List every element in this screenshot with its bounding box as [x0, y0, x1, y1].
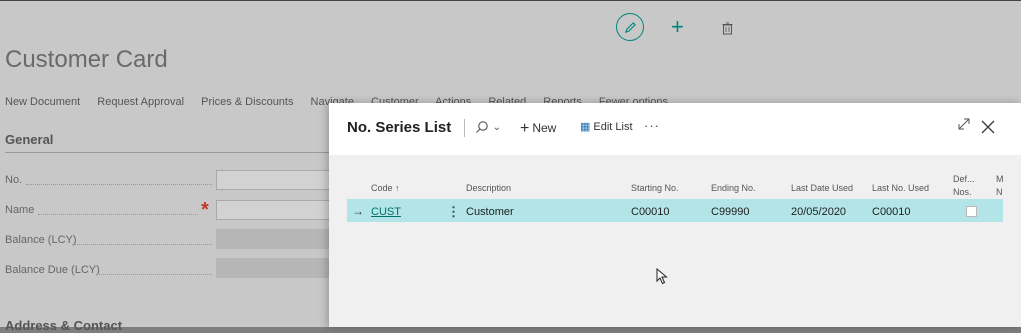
edit-list-button[interactable]: ▦ Edit List	[580, 120, 633, 133]
cell-description: Customer	[466, 206, 514, 218]
column-header-starting-no[interactable]: Starting No.	[631, 183, 679, 193]
delete-button[interactable]	[722, 19, 733, 39]
no-field[interactable]	[216, 170, 336, 190]
cell-last-date-used: 20/05/2020	[791, 206, 847, 218]
edit-list-label: Edit List	[593, 121, 633, 133]
fasttab-divider	[5, 152, 335, 153]
field-leader-dots	[96, 273, 212, 275]
cell-starting-no: C00010	[631, 206, 670, 218]
column-header-default-nos-line2: Nos.	[953, 187, 972, 197]
address-contact-fasttab[interactable]: Address & Contact	[5, 318, 122, 333]
trash-icon	[722, 22, 733, 35]
field-label-no: No.	[5, 174, 23, 186]
search-button[interactable]: ⌄	[475, 118, 501, 134]
action-new-document[interactable]: New Document	[5, 96, 80, 108]
column-header-default-nos-line1: Def...	[953, 174, 975, 184]
column-header-default-nos[interactable]: Def... Nos.	[953, 173, 975, 199]
top-border	[0, 0, 1021, 1]
edit-list-icon: ▦	[580, 121, 591, 133]
close-button[interactable]	[981, 114, 995, 140]
column-header-code[interactable]: Code ↑	[371, 183, 400, 193]
column-header-last-no-used[interactable]: Last No. Used	[872, 183, 929, 193]
expand-button[interactable]	[957, 117, 971, 136]
add-button[interactable]: +	[671, 16, 684, 38]
new-button[interactable]: + New	[520, 119, 556, 137]
plus-icon: +	[520, 120, 530, 137]
pencil-icon	[624, 21, 636, 33]
field-leader-dots	[72, 243, 212, 245]
field-label-balance-due: Balance Due (LCY)	[5, 264, 100, 276]
field-label-name: Name	[5, 204, 35, 216]
row-menu-icon[interactable]: ⋮	[447, 204, 460, 220]
balance-field	[216, 229, 336, 249]
action-request-approval[interactable]: Request Approval	[97, 96, 184, 108]
column-header-manual-nos-line2: N	[996, 187, 1003, 197]
column-header-ending-no[interactable]: Ending No.	[711, 183, 756, 193]
chevron-down-icon: ⌄	[492, 122, 502, 133]
header-divider	[464, 119, 465, 137]
field-label-balance: Balance (LCY)	[5, 234, 77, 246]
cell-ending-no: C99990	[711, 206, 750, 218]
name-field[interactable]	[216, 200, 336, 220]
current-row-arrow-icon: →	[352, 204, 364, 218]
column-header-manual-nos-line1: M	[996, 174, 1004, 184]
balance-due-field	[216, 258, 336, 278]
cell-last-no-used: C00010	[872, 206, 911, 218]
column-header-manual-nos[interactable]: M N	[996, 173, 1004, 199]
expand-icon	[958, 118, 970, 130]
edit-button[interactable]	[616, 13, 644, 41]
action-prices-discounts[interactable]: Prices & Discounts	[201, 96, 293, 108]
field-leader-dots	[26, 183, 212, 185]
plus-icon: +	[671, 14, 684, 39]
dialog-header: No. Series List ⌄ + New ▦ Edit List ···	[329, 103, 1021, 155]
more-options-button[interactable]: ···	[644, 118, 660, 133]
column-header-last-date-used[interactable]: Last Date Used	[791, 183, 853, 193]
page-title: Customer Card	[5, 46, 168, 73]
close-icon	[981, 120, 995, 134]
no-series-list-dialog: No. Series List ⌄ +New ▦Edit List ···	[329, 103, 1021, 327]
field-leader-dots	[38, 213, 198, 215]
search-icon	[476, 120, 488, 133]
new-button-label: New	[532, 121, 557, 135]
dialog-title: No. Series List	[347, 119, 452, 136]
mouse-pointer-icon	[656, 268, 668, 285]
general-fasttab[interactable]: General	[5, 132, 53, 147]
required-indicator: *	[201, 199, 209, 221]
cell-code[interactable]: CUST	[371, 206, 401, 218]
default-nos-checkbox[interactable]	[966, 206, 977, 217]
column-header-description[interactable]: Description	[466, 183, 511, 193]
